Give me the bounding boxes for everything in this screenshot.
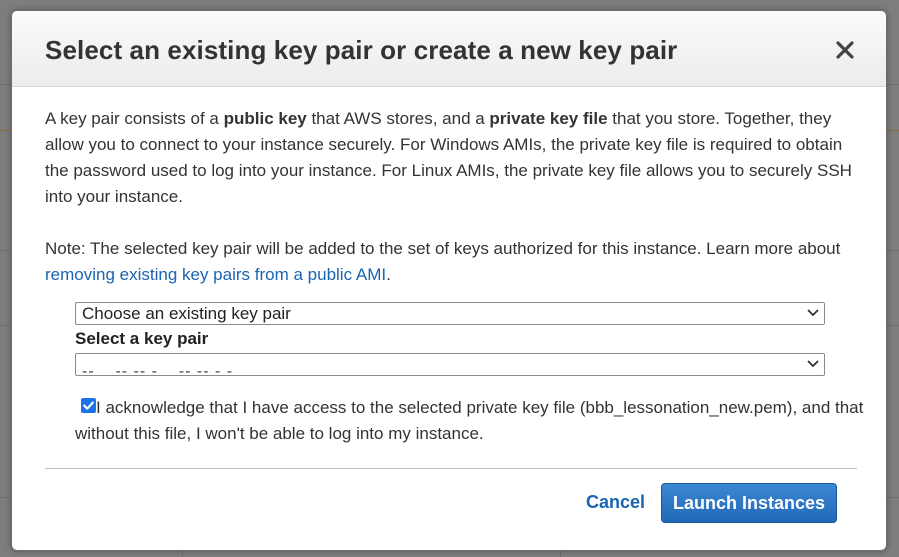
remove-key-pairs-link[interactable]: removing existing key pairs from a publi… xyxy=(45,265,386,284)
cancel-button[interactable]: Cancel xyxy=(586,492,645,513)
dialog-header: Select an existing key pair or create a … xyxy=(12,11,886,87)
launch-instances-button[interactable]: Launch Instances xyxy=(661,483,837,523)
intro-text: that AWS stores, and a xyxy=(306,109,490,128)
key-pair-value: -- _ -- -- - _ -- -- - - xyxy=(82,363,234,376)
checkmark-icon xyxy=(83,401,94,410)
key-pair-select[interactable]: -- _ -- -- - _ -- -- - - xyxy=(75,353,825,376)
close-icon xyxy=(836,41,854,59)
note-paragraph: Note: The selected key pair will be adde… xyxy=(45,236,855,288)
key-pair-dialog: Select an existing key pair or create a … xyxy=(11,10,887,551)
intro-paragraph: A key pair consists of a public key that… xyxy=(45,106,855,210)
dialog-title: Select an existing key pair or create a … xyxy=(45,35,678,65)
acknowledge-checkbox[interactable] xyxy=(81,398,96,413)
key-pair-mode-select[interactable]: Choose an existing key pair xyxy=(75,302,825,325)
close-button[interactable] xyxy=(834,39,856,61)
public-key-term: public key xyxy=(223,109,307,128)
acknowledge-text: I acknowledge that I have access to the … xyxy=(75,398,864,443)
footer-divider xyxy=(45,468,857,469)
chevron-down-icon xyxy=(807,309,819,317)
select-key-pair-label: Select a key pair xyxy=(75,329,209,348)
note-text: Note: The selected key pair will be adde… xyxy=(45,239,841,258)
intro-text: A key pair consists of a xyxy=(45,109,224,128)
private-key-term: private key file xyxy=(489,109,608,128)
note-end: . xyxy=(386,265,391,284)
acknowledge-row: I acknowledge that I have access to the … xyxy=(75,395,868,447)
key-pair-mode-value: Choose an existing key pair xyxy=(82,304,291,323)
chevron-down-icon xyxy=(807,360,819,368)
